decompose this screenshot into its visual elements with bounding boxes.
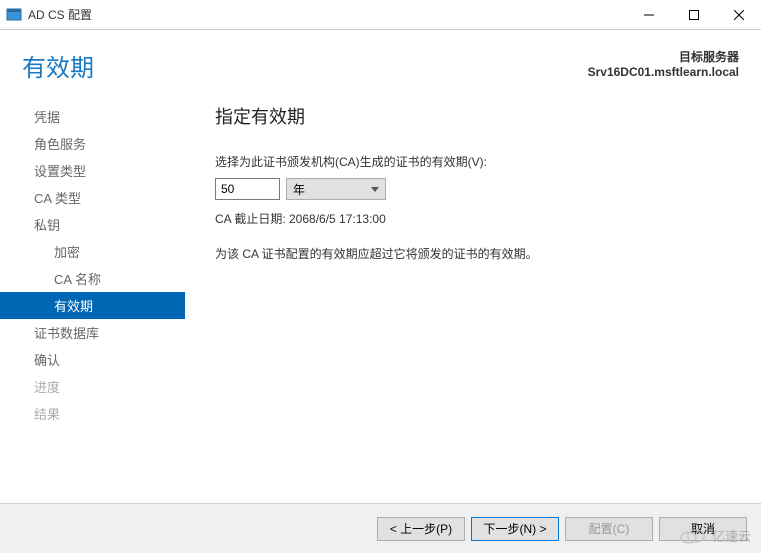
maximize-button[interactable] bbox=[671, 0, 716, 30]
duration-unit-select[interactable]: 年 bbox=[286, 178, 386, 200]
target-server-name: Srv16DC01.msftlearn.local bbox=[588, 65, 739, 79]
duration-unit-value: 年 bbox=[293, 181, 305, 198]
cancel-button[interactable]: 取消 bbox=[659, 517, 747, 541]
titlebar: AD CS 配置 bbox=[0, 0, 761, 30]
page-header: 有效期 目标服务器 Srv16DC01.msftlearn.local bbox=[0, 30, 761, 93]
wizard-footer: < 上一步(P) 下一步(N) > 配置(C) 取消 亿速云 bbox=[0, 503, 761, 553]
sidebar-item-role-services[interactable]: 角色服务 bbox=[0, 130, 185, 157]
sidebar-item-private-key[interactable]: 私钥 bbox=[0, 211, 185, 238]
wizard-sidebar: 凭据 角色服务 设置类型 CA 类型 私钥 加密 CA 名称 有效期 证书数据库… bbox=[0, 93, 185, 483]
duration-row: 年 bbox=[215, 178, 731, 200]
next-button[interactable]: 下一步(N) > bbox=[471, 517, 559, 541]
sidebar-item-confirmation[interactable]: 确认 bbox=[0, 346, 185, 373]
validity-note: 为该 CA 证书配置的有效期应超过它将颁发的证书的有效期。 bbox=[215, 245, 731, 262]
sidebar-item-results: 结果 bbox=[0, 400, 185, 427]
main-heading: 指定有效期 bbox=[215, 103, 731, 129]
duration-input[interactable] bbox=[215, 178, 280, 200]
sidebar-item-credentials[interactable]: 凭据 bbox=[0, 103, 185, 130]
main-panel: 指定有效期 选择为此证书颁发机构(CA)生成的证书的有效期(V): 年 CA 截… bbox=[185, 93, 761, 483]
expiry-date-text: CA 截止日期: 2068/6/5 17:13:00 bbox=[215, 210, 731, 227]
sidebar-item-validity[interactable]: 有效期 bbox=[0, 292, 185, 319]
sidebar-item-setup-type[interactable]: 设置类型 bbox=[0, 157, 185, 184]
app-icon bbox=[6, 7, 22, 23]
minimize-button[interactable] bbox=[626, 0, 671, 30]
target-server-label: 目标服务器 bbox=[588, 48, 739, 65]
close-button[interactable] bbox=[716, 0, 761, 30]
sidebar-item-cert-database[interactable]: 证书数据库 bbox=[0, 319, 185, 346]
duration-label: 选择为此证书颁发机构(CA)生成的证书的有效期(V): bbox=[215, 153, 731, 170]
configure-button: 配置(C) bbox=[565, 517, 653, 541]
previous-button[interactable]: < 上一步(P) bbox=[377, 517, 465, 541]
sidebar-item-ca-type[interactable]: CA 类型 bbox=[0, 184, 185, 211]
target-server-block: 目标服务器 Srv16DC01.msftlearn.local bbox=[588, 48, 739, 79]
sidebar-item-ca-name[interactable]: CA 名称 bbox=[0, 265, 185, 292]
window-controls bbox=[626, 0, 761, 30]
page-title: 有效期 bbox=[22, 48, 94, 83]
content-area: 凭据 角色服务 设置类型 CA 类型 私钥 加密 CA 名称 有效期 证书数据库… bbox=[0, 93, 761, 483]
window-title: AD CS 配置 bbox=[28, 6, 626, 23]
sidebar-item-progress: 进度 bbox=[0, 373, 185, 400]
sidebar-item-cryptography[interactable]: 加密 bbox=[0, 238, 185, 265]
